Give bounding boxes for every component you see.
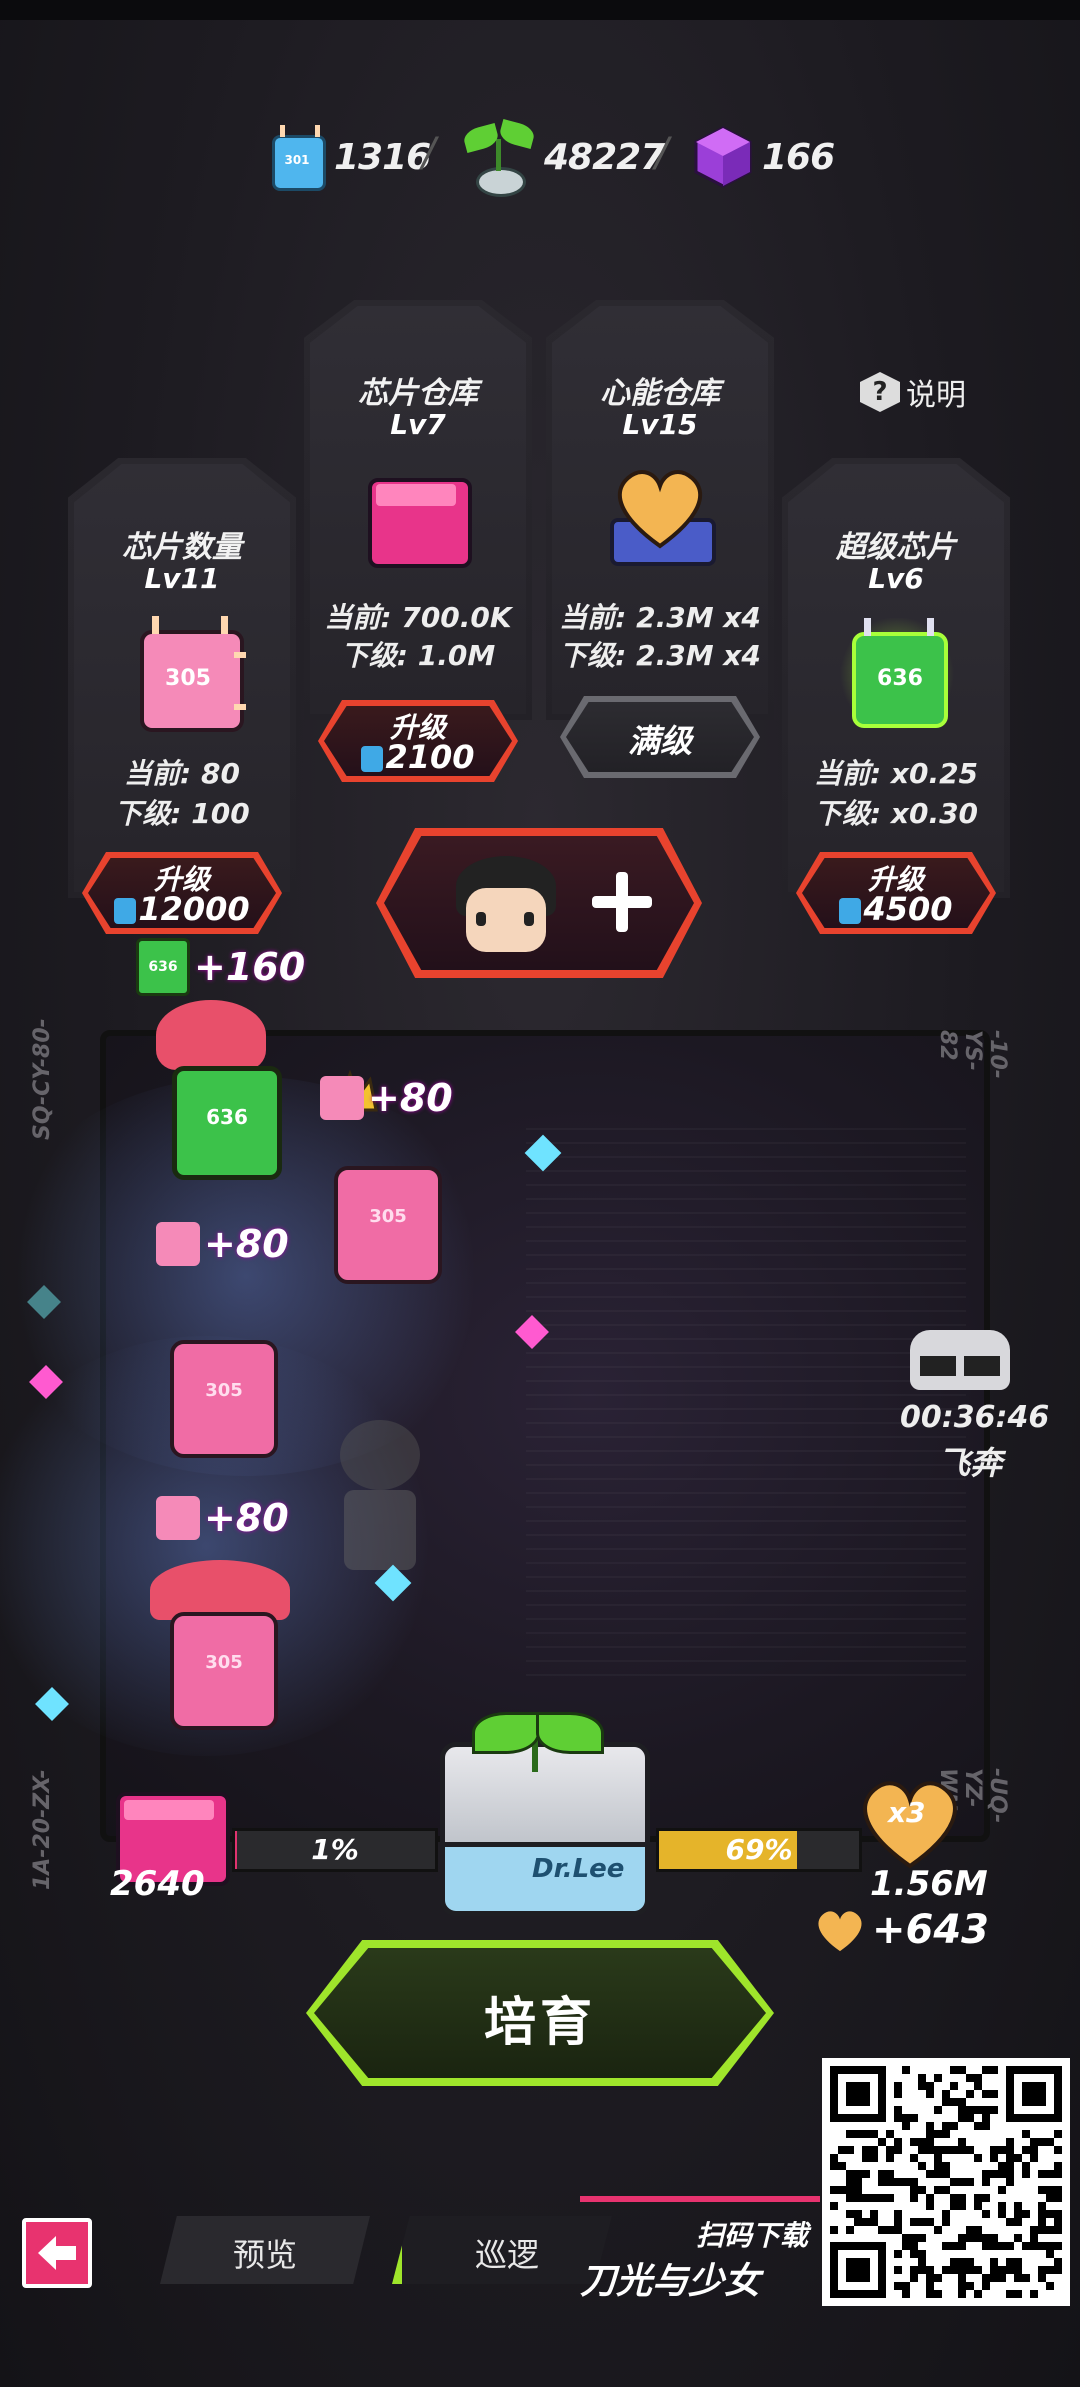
floating-gain: +80	[320, 1076, 453, 1120]
side-code: SQ-CY-80-	[30, 1018, 55, 1140]
promo-banner[interactable]: 扫码下载 刀光与少女	[580, 2212, 820, 2302]
cultivate-label: 培育	[483, 1993, 596, 2053]
timer-text: 00:36:46	[900, 1400, 1050, 1435]
heart-icon: x3	[852, 1772, 968, 1872]
heart-progress-bar: 69%	[656, 1828, 862, 1872]
resource-chips: 301 1316	[268, 122, 431, 192]
character-avatar	[446, 848, 566, 958]
promo-bottom: 刀光与少女	[580, 2261, 761, 2302]
ghost-character	[330, 1420, 430, 1580]
progress-percent: 69%	[725, 1833, 793, 1866]
chip-progress-bar: 1%	[232, 1828, 438, 1872]
stat-current: 当前: 2.3M x4	[559, 601, 761, 634]
sunglasses-icon	[900, 1330, 1020, 1400]
panel-title: 超级芯片	[836, 530, 956, 565]
chip-count-value: 1316	[334, 136, 431, 178]
stat-current: 当前: 80	[124, 757, 240, 790]
floating-gain: 636 +160	[136, 938, 305, 996]
chip-icon	[839, 898, 862, 924]
back-button[interactable]	[22, 2218, 92, 2288]
purple-cube-icon	[690, 124, 756, 190]
panel-title: 心能仓库	[600, 376, 720, 411]
separator: /	[422, 130, 436, 176]
button-cost: 4500	[796, 890, 996, 928]
upgrade-chip-count-button[interactable]: 升级 12000	[82, 852, 282, 934]
cube-count-value: 166	[762, 136, 835, 178]
resource-cubes: 166	[690, 122, 835, 192]
heart-storage-icon	[608, 462, 716, 566]
timer-label: 飞奔	[937, 1444, 1002, 1482]
question-icon: ?	[860, 372, 900, 412]
blue-chip-icon: 301	[268, 125, 328, 191]
heart-gain: +643	[812, 1906, 989, 1954]
tab-preview[interactable]: 预览	[160, 2216, 370, 2284]
chip-305: 305	[170, 1612, 278, 1730]
help-button[interactable]: ? 说明	[860, 370, 966, 414]
upgrade-chip-storage-button[interactable]: 升级 2100	[318, 700, 518, 782]
cultivate-button[interactable]: 培育	[306, 1940, 774, 2086]
chip-305: 305	[170, 1340, 278, 1458]
chip-icon	[114, 898, 137, 924]
panel-level: Lv15	[622, 408, 698, 441]
sprout-count-value: 48227	[544, 136, 665, 178]
floating-gain: +80	[156, 1496, 289, 1540]
heart-value: 1.56M	[870, 1864, 988, 1904]
chip-636-icon: 636	[838, 612, 962, 732]
dr-lee-machine[interactable]: Dr.Lee	[432, 1712, 652, 1916]
machine-label: Dr.Lee	[532, 1854, 625, 1884]
status-strip	[0, 0, 1080, 20]
chip-storage-icon	[368, 470, 472, 568]
upgrade-super-chip-button[interactable]: 升级 4500	[796, 852, 996, 934]
panel-level: Lv11	[144, 562, 220, 595]
plus-icon	[592, 872, 652, 932]
progress-percent: 1%	[311, 1833, 359, 1866]
side-code: 1A-20-ZX-	[30, 1769, 55, 1890]
max-level-button[interactable]: 满级	[560, 696, 760, 778]
stat-next: 下级: 100	[114, 797, 250, 830]
qr-code	[822, 2058, 1070, 2306]
button-cost: 2100	[318, 738, 518, 776]
stat-next: 下级: x0.30	[813, 797, 979, 830]
stat-current: 当前: x0.25	[813, 757, 979, 790]
promo-accent	[580, 2196, 820, 2202]
help-label: 说明	[906, 378, 966, 413]
chip-305-icon: 305	[136, 616, 246, 732]
panel-title: 芯片仓库	[358, 376, 478, 411]
promo-top: 扫码下载	[695, 2219, 808, 2252]
chip-icon	[361, 746, 384, 772]
chip-636: 636	[172, 1066, 282, 1180]
storage-value: 2640	[110, 1864, 205, 1904]
panel-title: 芯片数量	[122, 530, 242, 565]
button-cost: 12000	[82, 890, 282, 928]
character-unit[interactable]	[150, 1560, 290, 1620]
chip-305: 305	[334, 1166, 442, 1284]
resource-sprouts: 48227	[458, 118, 665, 197]
stat-current: 当前: 700.0K	[324, 601, 512, 634]
side-code: -10-YS-82	[935, 1030, 1010, 1079]
back-arrow-icon	[38, 2236, 76, 2270]
panel-level: Lv7	[390, 408, 446, 441]
stat-next: 下级: 1.0M	[340, 639, 496, 672]
stat-next: 下级: 2.3M x4	[559, 639, 761, 672]
small-heart-icon	[818, 1911, 862, 1952]
sprout-icon	[458, 117, 538, 197]
add-character-button[interactable]	[376, 828, 702, 978]
tab-patrol[interactable]: 巡逻	[392, 2216, 612, 2284]
separator: /	[655, 130, 669, 176]
floating-gain: +80	[156, 1222, 289, 1266]
button-label: 满级	[627, 722, 692, 760]
panel-level: Lv6	[868, 562, 924, 595]
